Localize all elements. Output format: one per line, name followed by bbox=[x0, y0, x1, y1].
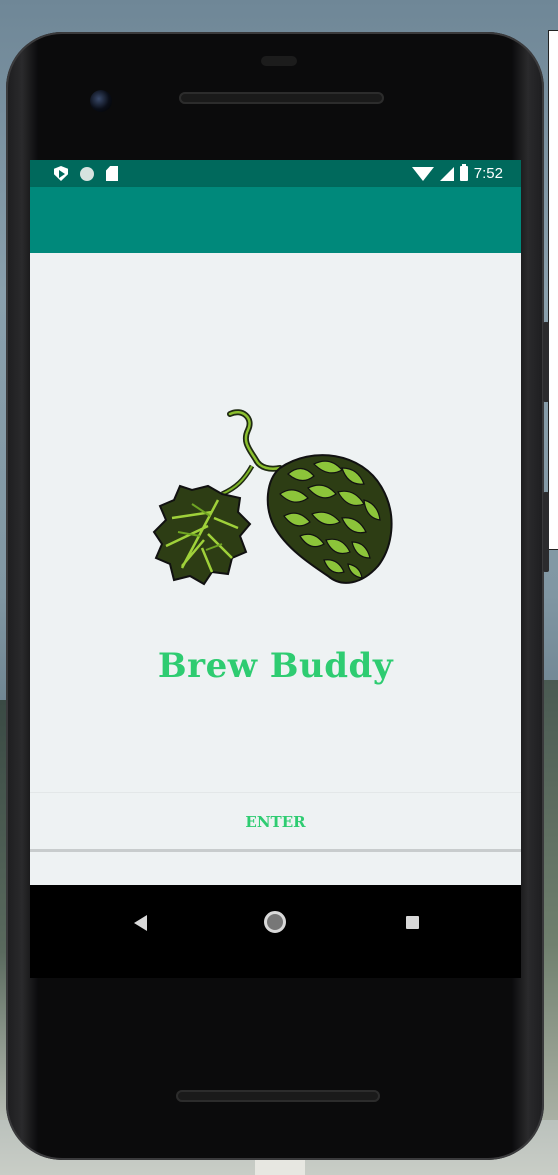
bottom-strip bbox=[30, 852, 521, 885]
notification-dot-icon bbox=[80, 166, 94, 181]
status-icons-left bbox=[30, 166, 118, 181]
status-bar: 7:52 bbox=[30, 160, 521, 187]
phone-frame: 7:52 Brew Buddy ENTER bbox=[6, 32, 549, 1160]
screen: 7:52 Brew Buddy ENTER bbox=[30, 160, 521, 978]
top-slot bbox=[261, 56, 297, 66]
enter-button[interactable]: ENTER bbox=[30, 805, 521, 839]
home-icon[interactable] bbox=[264, 911, 286, 933]
app-title: Brew Buddy bbox=[157, 646, 394, 686]
side-panel-edge bbox=[548, 30, 558, 550]
main-content: Brew Buddy bbox=[30, 253, 521, 884]
power-button[interactable] bbox=[543, 492, 549, 572]
enter-bar: ENTER bbox=[30, 792, 521, 853]
sd-card-icon bbox=[106, 166, 118, 181]
earpiece-speaker bbox=[179, 92, 384, 104]
back-icon[interactable] bbox=[134, 915, 147, 931]
wifi-icon bbox=[411, 166, 434, 181]
hops-logo-icon bbox=[152, 409, 393, 586]
front-camera bbox=[90, 90, 112, 112]
app-bar bbox=[30, 187, 521, 253]
bottom-speaker bbox=[176, 1090, 380, 1102]
volume-button[interactable] bbox=[543, 322, 549, 402]
recents-icon[interactable] bbox=[406, 916, 419, 929]
status-icons-right: 7:52 bbox=[411, 164, 521, 182]
status-time: 7:52 bbox=[473, 165, 503, 182]
navigation-bar bbox=[30, 885, 521, 978]
play-protect-icon bbox=[54, 166, 68, 181]
signal-icon bbox=[439, 166, 454, 181]
battery-icon bbox=[459, 164, 468, 181]
